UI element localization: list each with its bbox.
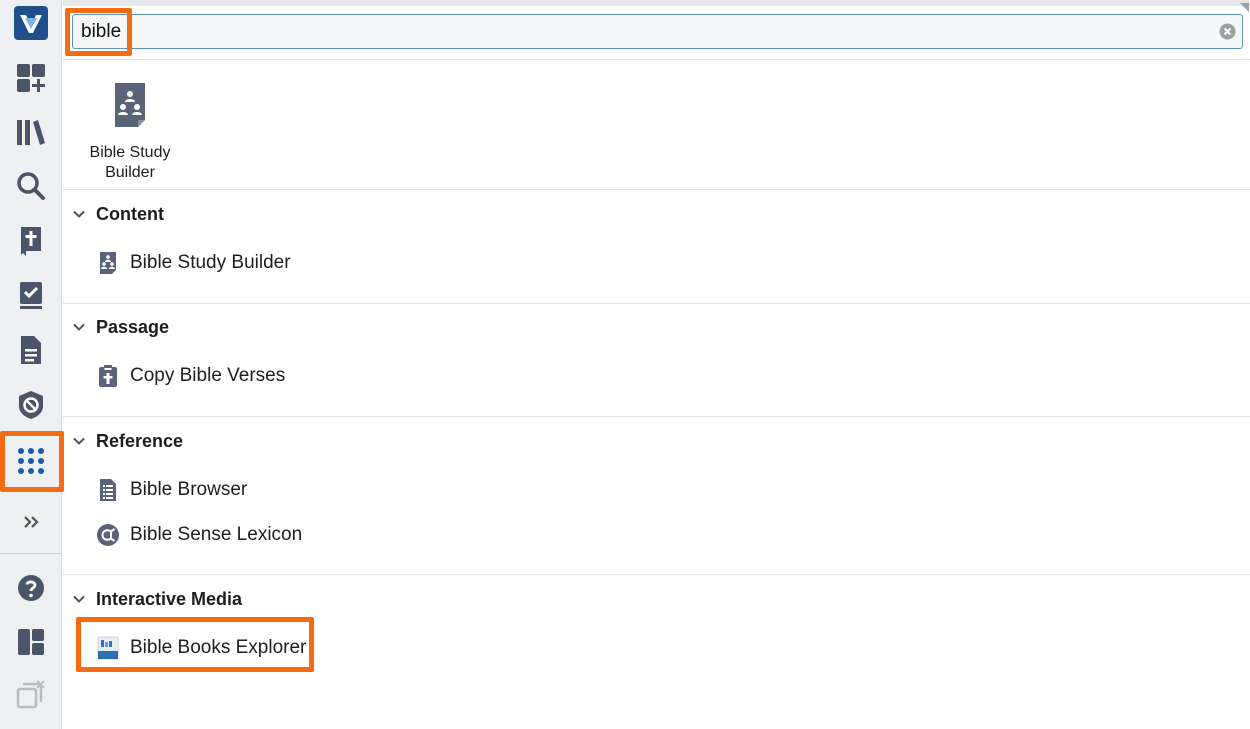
corner-indicator — [1240, 3, 1249, 12]
result-item-bible-sense-lexicon[interactable]: Bible Sense Lexicon — [96, 521, 302, 549]
left-toolbar — [0, 0, 64, 729]
section-title: Content — [96, 203, 164, 224]
result-item-bible-study-builder[interactable]: Bible Study Builder — [96, 249, 291, 277]
layouts-button[interactable] — [0, 619, 62, 665]
result-item-label: Bible Sense Lexicon — [130, 524, 303, 545]
expand-chevrons-icon — [24, 516, 39, 528]
result-item-copy-bible-verses[interactable]: Copy Bible Verses — [96, 362, 285, 390]
library-button[interactable] — [0, 109, 62, 155]
logos-logo-button[interactable] — [0, 0, 62, 46]
logos-logo-icon — [14, 6, 48, 40]
bible-icon — [21, 227, 41, 256]
result-item-label: Bible Browser — [130, 479, 248, 500]
chevron-down-icon — [73, 437, 85, 445]
reading-plan-button[interactable] — [0, 272, 62, 318]
section-divider — [63, 416, 1250, 417]
result-item-label: Bible Books Explorer — [130, 637, 307, 658]
search-input[interactable] — [79, 17, 1199, 46]
rail-divider — [0, 553, 62, 554]
documents-button[interactable] — [0, 327, 62, 373]
section-header-reference[interactable]: Reference — [70, 428, 183, 454]
apps-grid-icon — [18, 448, 44, 474]
library-icon — [17, 120, 45, 145]
reading-plan-icon — [20, 282, 42, 309]
search-box — [72, 14, 1243, 49]
section-divider — [63, 303, 1250, 304]
chevron-down-icon — [73, 595, 85, 603]
search-divider — [63, 59, 1250, 60]
close-panels-icon — [16, 680, 45, 709]
clear-search-icon[interactable] — [1219, 23, 1236, 40]
result-item-label: Copy Bible Verses — [130, 365, 286, 386]
top-strip — [63, 0, 1250, 6]
result-item-bible-books-explorer[interactable]: Bible Books Explorer — [96, 634, 306, 662]
bible-books-explorer-icon — [97, 636, 119, 660]
copy-bible-verses-icon — [99, 365, 117, 387]
factbook-icon — [19, 391, 43, 419]
add-panel-button[interactable] — [0, 55, 62, 101]
search-icon — [17, 172, 45, 200]
app-window: Bible Study Builder Content Bible Study … — [0, 0, 1250, 729]
section-title: Reference — [96, 430, 184, 451]
chevron-down-icon — [73, 210, 85, 218]
bible-browser-icon — [100, 479, 116, 501]
section-divider — [63, 189, 1250, 190]
bible-button[interactable] — [0, 218, 62, 264]
section-header-interactive-media[interactable]: Interactive Media — [70, 586, 242, 612]
bible-study-builder-icon — [115, 83, 145, 127]
section-header-passage[interactable]: Passage — [70, 314, 169, 340]
help-icon — [18, 575, 44, 601]
layouts-add-icon — [17, 64, 45, 92]
section-title: Interactive Media — [96, 588, 243, 609]
expand-toolbar-button[interactable] — [0, 499, 62, 545]
bible-sense-lexicon-icon — [97, 524, 119, 546]
close-all-panels-button[interactable] — [0, 672, 62, 718]
documents-icon — [21, 336, 41, 364]
section-divider — [63, 574, 1250, 575]
result-item-bible-browser[interactable]: Bible Browser — [96, 476, 247, 504]
apps-button[interactable] — [0, 438, 62, 484]
top-result-tile[interactable]: Bible Study Builder — [82, 78, 178, 181]
section-title: Passage — [96, 316, 170, 337]
result-item-label: Bible Study Builder — [130, 252, 291, 273]
bible-study-builder-icon — [100, 252, 116, 274]
section-header-content[interactable]: Content — [70, 201, 164, 227]
help-button[interactable] — [0, 565, 62, 611]
top-result-label: Bible Study Builder — [89, 144, 171, 181]
chevron-down-icon — [73, 323, 85, 331]
factbook-button[interactable] — [0, 382, 62, 428]
layouts-icon — [18, 629, 44, 655]
search-button[interactable] — [0, 163, 62, 209]
